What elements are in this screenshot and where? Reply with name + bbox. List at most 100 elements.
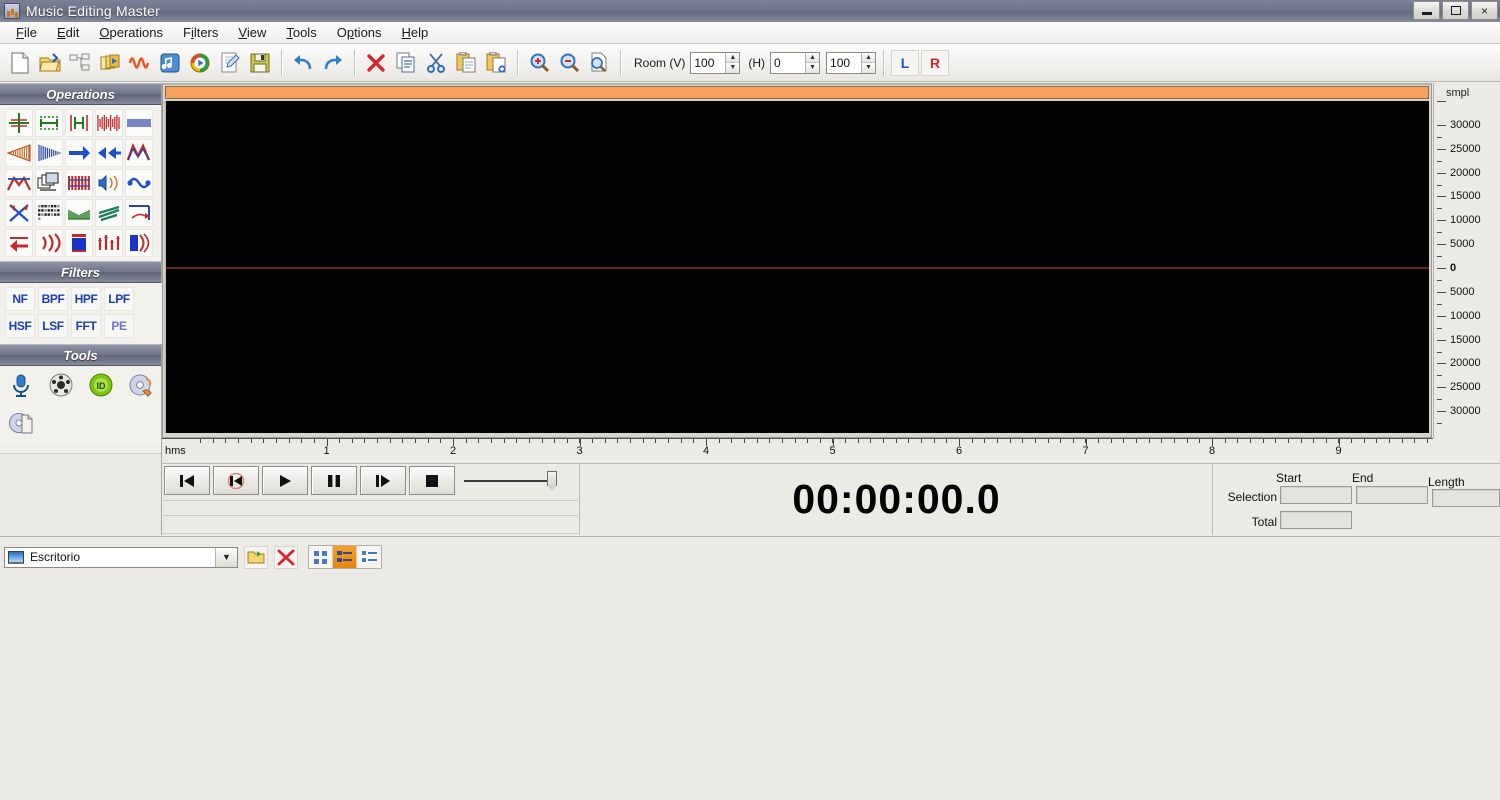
redo-icon[interactable]	[319, 49, 347, 77]
envelope-icon[interactable]	[125, 139, 153, 167]
menu-item-options[interactable]: Options	[329, 23, 390, 42]
waveform-canvas[interactable]	[165, 101, 1429, 433]
menu-item-edit[interactable]: Edit	[49, 23, 87, 42]
cd-burn-icon[interactable]	[126, 371, 156, 399]
crop-center-icon[interactable]	[65, 109, 93, 137]
selection-length-field[interactable]	[1432, 489, 1500, 507]
menu-item-operations[interactable]: Operations	[91, 23, 171, 42]
volume-slider[interactable]	[464, 470, 562, 492]
menu-item-help[interactable]: Help	[394, 23, 437, 42]
zoom-h-input[interactable]	[771, 52, 806, 73]
zoom-fit-icon[interactable]	[585, 49, 613, 77]
filter-button-lpf[interactable]: LPF	[104, 287, 134, 311]
zoom-v-input[interactable]	[691, 52, 726, 73]
insert-silence-icon[interactable]	[5, 109, 33, 137]
channel-cross-icon[interactable]	[5, 199, 33, 227]
reverse-region-icon[interactable]	[125, 199, 153, 227]
play-media-icon[interactable]	[186, 49, 214, 77]
zoom-h-stepper[interactable]: ▲▼	[770, 51, 821, 74]
cd-copy-icon[interactable]	[6, 409, 36, 437]
shift-right-icon[interactable]	[65, 139, 93, 167]
echo-icon[interactable]	[35, 229, 63, 257]
open-file-icon[interactable]	[36, 49, 64, 77]
undo-arrow-icon[interactable]	[5, 229, 33, 257]
zoom-v-down-arrow[interactable]: ▼	[726, 63, 740, 73]
volume-slider-thumb[interactable]	[547, 470, 557, 491]
music-note-icon[interactable]	[156, 49, 184, 77]
menu-item-tools[interactable]: Tools	[278, 23, 324, 42]
menu-item-filters[interactable]: Filters	[175, 23, 226, 42]
flanger-icon[interactable]	[95, 199, 123, 227]
zoom-h-down-arrow[interactable]: ▼	[806, 63, 820, 73]
waveform-display[interactable]	[162, 83, 1432, 438]
delete-button[interactable]	[274, 545, 298, 569]
pause-button[interactable]	[311, 466, 357, 495]
minimize-button[interactable]	[1413, 1, 1440, 20]
selection-start-field[interactable]	[1280, 486, 1352, 504]
dither-noise-icon[interactable]	[35, 199, 63, 227]
view-icons-button[interactable]	[333, 546, 357, 568]
dc-offset-icon[interactable]	[65, 229, 93, 257]
filter-button-lsf[interactable]: LSF	[38, 314, 68, 338]
filter-button-bpf[interactable]: BPF	[38, 287, 68, 311]
zoom-h2-stepper[interactable]: ▲▼	[826, 51, 877, 74]
fade-out-icon[interactable]	[5, 139, 33, 167]
normalize-icon[interactable]	[125, 109, 153, 137]
loop-play-button[interactable]	[213, 466, 259, 495]
paste-icon[interactable]	[452, 49, 480, 77]
pan-balance-icon[interactable]	[125, 229, 153, 257]
waveform-icon[interactable]	[126, 49, 154, 77]
paste-insert-icon[interactable]	[482, 49, 510, 77]
close-button[interactable]: ×	[1471, 1, 1498, 20]
menu-item-file[interactable]: File	[8, 23, 45, 42]
time-ruler[interactable]: 1 2 3 4 5 6 7 8 9 hms	[162, 438, 1500, 464]
layer-mix-icon[interactable]	[35, 169, 63, 197]
maximize-button[interactable]	[1442, 1, 1469, 20]
noise-reduce-icon[interactable]	[95, 169, 123, 197]
skip-start-button[interactable]	[164, 466, 210, 495]
filter-button-hsf[interactable]: HSF	[5, 314, 35, 338]
comb-filter-icon[interactable]	[65, 169, 93, 197]
left-channel-button[interactable]: L	[891, 49, 920, 76]
vibrato-icon[interactable]	[65, 199, 93, 227]
chevron-down-icon[interactable]: ▼	[215, 547, 237, 567]
id3-tag-icon[interactable]: ID	[86, 371, 116, 399]
right-channel-button[interactable]: R	[921, 49, 950, 76]
fade-in-icon[interactable]	[35, 139, 63, 167]
trim-region-icon[interactable]	[35, 109, 63, 137]
fast-forward-icon[interactable]	[95, 139, 123, 167]
zoom-h-up-arrow[interactable]: ▲	[806, 52, 820, 63]
path-combobox[interactable]: Escritorio ▼	[4, 546, 238, 568]
undo-icon[interactable]	[289, 49, 317, 77]
equalizer-icon[interactable]	[95, 229, 123, 257]
filter-button-pe[interactable]: PE	[104, 314, 134, 338]
selection-end-field[interactable]	[1356, 486, 1428, 504]
copy-icon[interactable]	[392, 49, 420, 77]
stereo-swap-icon[interactable]	[125, 169, 153, 197]
step-forward-button[interactable]	[360, 466, 406, 495]
selection-range-bar[interactable]	[165, 86, 1429, 99]
save-icon[interactable]	[246, 49, 274, 77]
zoom-h2-input[interactable]	[827, 52, 862, 73]
zoom-h2-down-arrow[interactable]: ▼	[862, 63, 876, 73]
zoom-h2-up-arrow[interactable]: ▲	[862, 52, 876, 63]
play-button[interactable]	[262, 466, 308, 495]
view-thumbnails-button[interactable]	[309, 546, 333, 568]
cd-ripper-icon[interactable]	[46, 371, 76, 399]
cut-icon[interactable]	[422, 49, 450, 77]
delete-icon[interactable]	[362, 49, 390, 77]
view-list-button[interactable]	[357, 546, 381, 568]
menu-item-view[interactable]: View	[230, 23, 274, 42]
new-file-icon[interactable]	[6, 49, 34, 77]
new-folder-button[interactable]	[244, 545, 268, 569]
filter-button-fft[interactable]: FFT	[71, 314, 101, 338]
filter-button-nf[interactable]: NF	[5, 287, 35, 311]
zoom-in-icon[interactable]	[525, 49, 553, 77]
peak-limit-icon[interactable]	[5, 169, 33, 197]
edit-note-icon[interactable]	[216, 49, 244, 77]
zoom-v-up-arrow[interactable]: ▲	[726, 52, 740, 63]
batch-convert-icon[interactable]	[66, 49, 94, 77]
microphone-record-icon[interactable]	[6, 371, 36, 399]
convert-icon[interactable]	[96, 49, 124, 77]
amplify-icon[interactable]	[95, 109, 123, 137]
